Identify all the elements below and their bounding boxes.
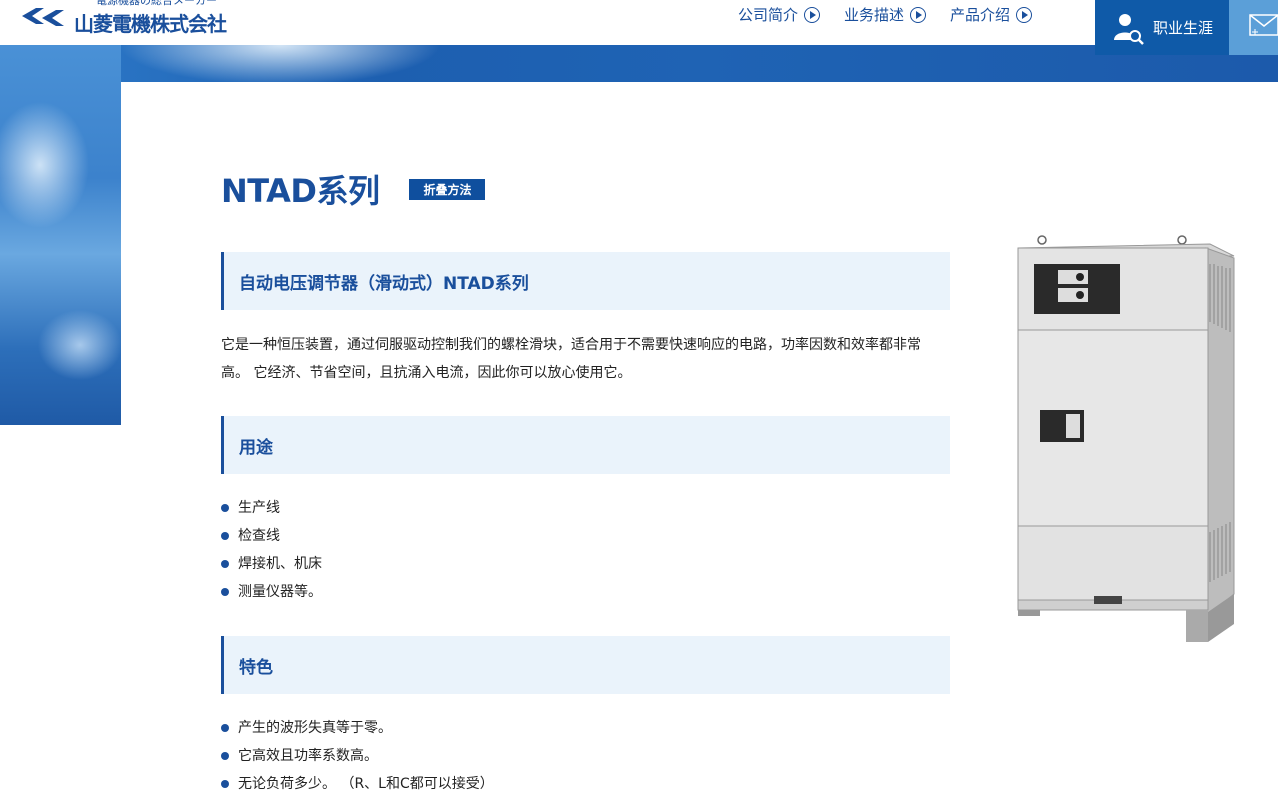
nav-company-label: 公司简介 — [738, 6, 799, 24]
list-item: 无论负荷多少。 （R、L和C都可以接受） — [221, 770, 494, 798]
nav-business-label: 业务描述 — [844, 6, 905, 24]
features-heading: 特色 — [221, 636, 950, 694]
nav-products[interactable]: 产品介绍 — [950, 4, 1033, 25]
title-row: NTAD系列 折叠方法 — [221, 166, 486, 212]
page-title: NTAD系列 — [221, 172, 380, 210]
product-image — [1017, 235, 1235, 642]
company-name: 山菱電機株式会社 — [74, 12, 227, 36]
main-nav: 公司简介 业务描述 产品介绍 — [738, 4, 1056, 25]
career-label: 职业生涯 — [1153, 19, 1214, 37]
intro-heading: 自动电压调节器（滑动式）NTAD系列 — [221, 252, 950, 310]
hero-side-image — [0, 45, 121, 425]
usage-heading: 用途 — [221, 416, 950, 474]
list-item: 焊接机、机床 — [221, 550, 322, 578]
usage-list: 生产线 检查线 焊接机、机床 测量仪器等。 — [221, 494, 322, 606]
hero-highlight — [120, 45, 440, 82]
list-item: 它高效且功率系数高。 — [221, 742, 494, 770]
nav-company[interactable]: 公司简介 — [738, 4, 821, 25]
fold-button[interactable]: 折叠方法 — [409, 178, 486, 200]
nav-products-label: 产品介绍 — [950, 6, 1011, 24]
person-search-icon — [1114, 13, 1144, 45]
list-item: 生产线 — [221, 494, 322, 522]
site-header: 電源機器の総合メーカー 山菱電機株式会社 公司简介 业务描述 产品介绍 职业生涯 — [0, 0, 1278, 55]
career-button[interactable]: 职业生涯 — [1095, 0, 1229, 55]
list-item: 产生的波形失真等于零。 — [221, 714, 494, 742]
nav-business[interactable]: 业务描述 — [844, 4, 927, 25]
list-item: 检查线 — [221, 522, 322, 550]
list-item: 测量仪器等。 — [221, 578, 322, 606]
logo-mark-icon — [22, 8, 64, 26]
mail-icon — [1249, 14, 1278, 36]
play-circle-icon — [1016, 6, 1033, 23]
play-circle-icon — [804, 6, 821, 23]
logo-tagline: 電源機器の総合メーカー — [96, 0, 217, 7]
intro-text: 它是一种恒压装置，通过伺服驱动控制我们的螺栓滑块，适合用于不需要快速响应的电路，… — [221, 337, 921, 381]
contact-button[interactable] — [1229, 0, 1278, 55]
features-list: 产生的波形失真等于零。 它高效且功率系数高。 无论负荷多少。 （R、L和C都可以… — [221, 714, 494, 798]
play-circle-icon — [910, 6, 927, 23]
